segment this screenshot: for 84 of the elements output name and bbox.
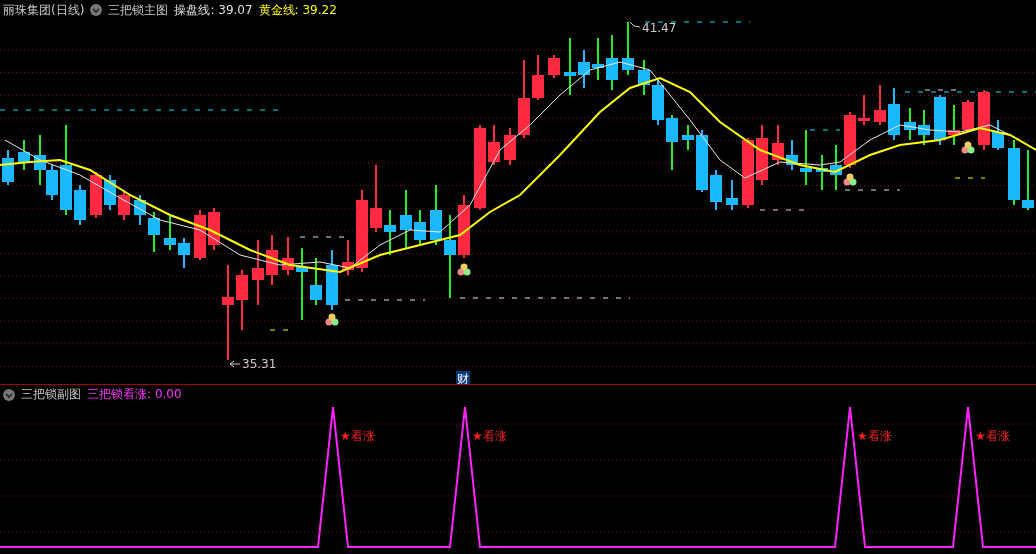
candlestick	[326, 249, 338, 311]
candlestick	[266, 234, 278, 286]
candlestick	[282, 236, 294, 276]
candlestick	[772, 124, 784, 166]
candlestick	[874, 84, 886, 126]
candlestick	[194, 209, 206, 261]
candlestick	[858, 94, 870, 126]
candlestick	[652, 79, 664, 126]
candlestick	[962, 99, 974, 133]
candlestick	[384, 209, 396, 256]
indicator-value: 操盘线: 39.07	[174, 1, 253, 19]
candlestick	[458, 194, 470, 259]
high-price-label: 41.47	[642, 21, 677, 35]
candlestick	[104, 174, 116, 211]
indicator-value: 三把锁看涨: 0.00	[87, 386, 182, 403]
finance-badge[interactable]: 财	[456, 371, 470, 384]
candlestick	[682, 124, 694, 151]
signal-label: ★看涨	[472, 429, 507, 443]
candlestick	[414, 209, 426, 246]
candlestick	[978, 89, 990, 151]
candlestick	[548, 54, 560, 79]
candlestick	[888, 87, 900, 141]
candlestick	[918, 109, 930, 146]
candlestick	[18, 139, 30, 171]
candlestick	[164, 214, 176, 251]
low-price-label: 35.31	[242, 357, 277, 371]
candlestick	[800, 129, 812, 186]
candlestick	[726, 179, 738, 211]
signal-label: ★看涨	[340, 429, 375, 443]
leader-line	[229, 360, 241, 368]
bubble-cluster-icon	[457, 263, 471, 276]
candlestick	[2, 149, 14, 186]
candlestick	[504, 127, 516, 166]
stock-title: 丽珠集团(日线)	[3, 1, 85, 19]
candlestick	[592, 37, 604, 81]
candlestick	[118, 189, 130, 221]
candlestick	[606, 34, 618, 91]
candlestick	[370, 164, 382, 233]
candlestick	[1008, 139, 1020, 206]
candlestick	[34, 134, 46, 186]
indicator-name: 三把锁主图	[108, 1, 169, 19]
indicator-value: 黄金线: 39.22	[258, 1, 337, 19]
candlestick	[1022, 149, 1034, 211]
candlestick	[844, 111, 856, 169]
candlestick	[74, 184, 86, 226]
candlestick	[488, 124, 500, 166]
candlestick	[786, 139, 798, 171]
dropdown-icon[interactable]	[3, 388, 15, 401]
signal-label: ★看涨	[975, 429, 1010, 443]
dropdown-icon[interactable]	[90, 4, 103, 16]
candlestick	[830, 144, 842, 191]
bubble-cluster-icon	[325, 313, 339, 326]
candlestick	[236, 269, 248, 331]
leader-line	[629, 21, 641, 28]
candlestick	[622, 21, 634, 76]
candlestick	[666, 114, 678, 171]
candlestick	[310, 257, 322, 306]
candlestick	[430, 184, 442, 246]
candlestick	[756, 124, 768, 186]
candlestick	[134, 194, 146, 226]
candlestick	[46, 164, 58, 201]
candlestick	[638, 59, 650, 96]
candlestick	[710, 169, 722, 211]
candlestick	[564, 37, 576, 96]
candlestick	[696, 129, 708, 193]
candlestick	[252, 239, 264, 306]
candlestick	[342, 239, 354, 276]
candlestick	[948, 104, 960, 146]
candlestick	[178, 237, 190, 269]
candlestick	[578, 49, 590, 89]
candlestick	[148, 211, 160, 253]
candlestick	[90, 171, 102, 219]
signal-label: ★看涨	[857, 429, 892, 443]
bubble-cluster-icon	[843, 173, 857, 186]
indicator-name: 三把锁副图	[21, 386, 81, 403]
candlestick	[532, 54, 544, 101]
candlestick	[992, 119, 1004, 151]
candlestick	[934, 94, 946, 146]
candlestick	[816, 154, 828, 191]
candlestick	[904, 107, 916, 141]
candlestick	[742, 137, 754, 209]
bubble-cluster-icon	[961, 141, 975, 154]
candlestick	[208, 207, 220, 251]
candlestick	[400, 189, 412, 249]
